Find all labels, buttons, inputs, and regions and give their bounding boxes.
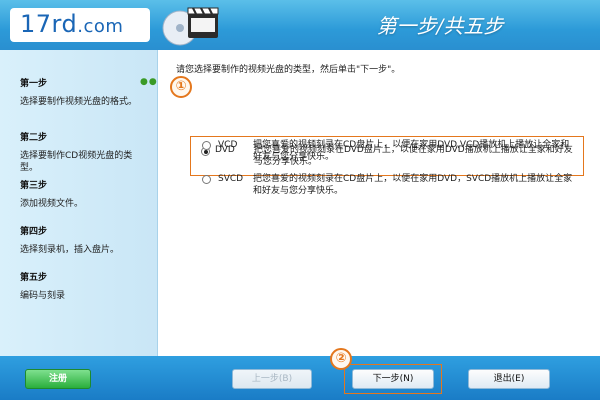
step-desc: 选择刻录机，插入盘片。 [20, 245, 120, 255]
step-marker-2-badge: ② [330, 348, 352, 370]
step-title: 第三步 [20, 181, 48, 191]
logo-text: 17rd.com [20, 10, 123, 38]
button-bar: 注册 上一步(B) 下一步(N) 退出(E) [0, 356, 600, 400]
step-title: 第四步 [20, 227, 48, 237]
sidebar-step-2: 第二步 选择要制作CD视频光盘的类型。 [20, 130, 145, 174]
wizard-step-title: 第一步/共五步 [376, 14, 504, 38]
step-desc: 选择要制作视频光盘的格式。 [20, 97, 138, 107]
vcd-label: VCD [218, 140, 238, 150]
previous-button[interactable]: 上一步(B) [232, 369, 312, 389]
option-vcd[interactable]: VCD 把您喜爱的视频刻录在CD盘片上，以便在家用DVD,VCD播放机上播放让全… [196, 136, 576, 170]
sidebar-step-1: 第一步 ●●● 选择要制作视频光盘的格式。 [20, 76, 166, 108]
step-desc: 添加视频文件。 [20, 199, 84, 209]
svcd-label: SVCD [218, 174, 244, 184]
step-desc: 选择要制作CD视频光盘的类型。 [20, 151, 133, 173]
instruction-text: 请您选择要制作的视频光盘的类型，然后单击"下一步"。 [176, 65, 401, 75]
next-button-highlight [344, 364, 442, 394]
title-bar: 17rd.com 第一步/共五步 [0, 0, 600, 50]
vcd-radio[interactable] [202, 141, 211, 150]
step-marker-1-badge: ① [170, 76, 192, 98]
sidebar-step-3: 第三步 添加视频文件。 [20, 178, 145, 210]
video-disc-clapper-icon [162, 7, 219, 46]
step-title: 第五步 [20, 273, 48, 283]
svcd-radio[interactable] [202, 175, 211, 184]
sidebar-step-4: 第四步 选择刻录机，插入盘片。 [20, 224, 145, 256]
logo-main-text: 17rd [20, 10, 78, 38]
svcd-description: 把您喜爱的视频刻录在CD盘片上，以便在家用DVD，SVCD播放机上播放让全家和好… [253, 174, 573, 196]
vcd-description: 把您喜爱的视频刻录在CD盘片上，以便在家用DVD,VCD播放机上播放让全家和好友… [253, 140, 570, 162]
exit-button[interactable]: 退出(E) [468, 369, 550, 389]
sidebar-step-5: 第五步 编码与刻录 [20, 270, 145, 302]
step-title: 第一步 [20, 79, 48, 89]
main-panel: 请您选择要制作的视频光盘的类型，然后单击"下一步"。 ① DVD 把您喜爱的视频… [158, 50, 600, 356]
option-svcd[interactable]: SVCD 把您喜爱的视频刻录在CD盘片上，以便在家用DVD，SVCD播放机上播放… [196, 170, 576, 204]
step-desc: 编码与刻录 [20, 291, 66, 301]
logo-suffix-text: .com [77, 16, 124, 37]
steps-sidebar: 第一步 ●●● 选择要制作视频光盘的格式。 第二步 选择要制作CD视频光盘的类型… [0, 50, 166, 356]
step-title: 第二步 [20, 133, 48, 143]
register-button[interactable]: 注册 [25, 369, 91, 389]
